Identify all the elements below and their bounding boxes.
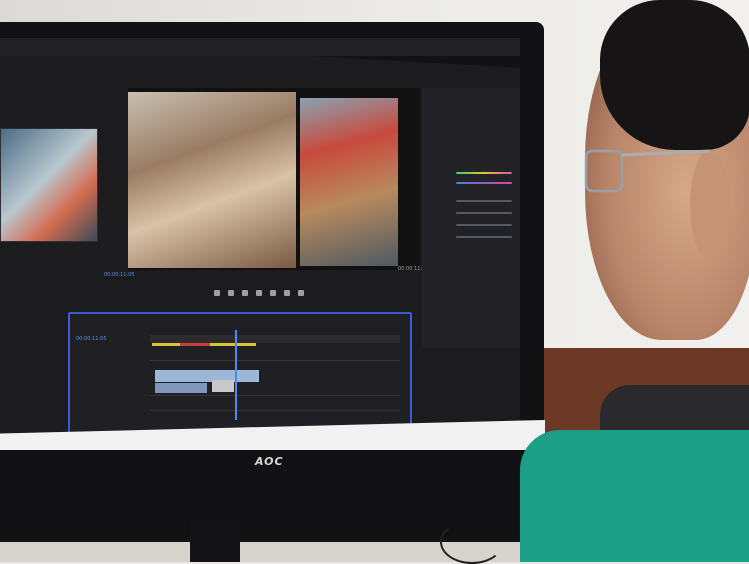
highlights-slider[interactable] — [456, 224, 512, 226]
mark-in-button[interactable] — [214, 290, 220, 296]
temperature-slider[interactable] — [456, 172, 512, 174]
timeline-timecode: 00:00:11:05 — [76, 336, 107, 342]
program-frame-right — [300, 98, 398, 266]
audio-clip[interactable] — [155, 383, 207, 393]
contrast-slider[interactable] — [456, 212, 512, 214]
program-timecode-left: 00:00:11:05 — [104, 272, 135, 278]
person-shirt — [520, 430, 749, 562]
track-divider — [150, 360, 400, 361]
step-forward-button[interactable] — [256, 290, 262, 296]
exposure-slider[interactable] — [456, 200, 512, 202]
cable — [440, 520, 504, 564]
lumetri-color-panel — [422, 88, 520, 348]
timeline-ruler[interactable] — [150, 335, 400, 343]
monitor-stand — [190, 520, 240, 562]
export-frame-button[interactable] — [298, 290, 304, 296]
video-clip[interactable] — [155, 370, 259, 382]
program-frame-left — [128, 92, 296, 268]
monitor-logo: AOC — [255, 455, 284, 468]
playhead[interactable] — [235, 330, 237, 420]
transport-controls — [200, 290, 360, 300]
shadows-slider[interactable] — [456, 236, 512, 238]
track-divider — [150, 410, 400, 411]
track-divider — [150, 395, 400, 396]
overwrite-button[interactable] — [284, 290, 290, 296]
step-back-button[interactable] — [228, 290, 234, 296]
tint-slider[interactable] — [456, 182, 512, 184]
render-bar-red — [180, 343, 210, 346]
selected-clip[interactable] — [212, 380, 234, 392]
play-button[interactable] — [242, 290, 248, 296]
source-monitor-thumbnail — [0, 128, 98, 242]
person-hair — [600, 0, 749, 150]
insert-button[interactable] — [270, 290, 276, 296]
editor-menu-bar — [0, 38, 520, 56]
eyeglasses — [584, 149, 711, 193]
